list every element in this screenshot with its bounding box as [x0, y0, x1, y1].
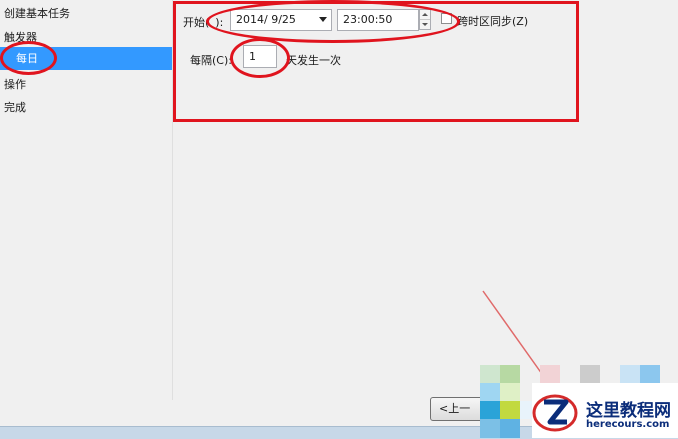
watermark-title: 这里教程网	[586, 401, 671, 421]
watermark-logo	[532, 394, 578, 432]
back-button-label: <上一	[439, 402, 471, 415]
step-action[interactable]: 操作	[4, 76, 26, 92]
annotation-ellipse-recur	[230, 38, 290, 78]
annotation-ellipse-start	[206, 0, 460, 43]
annotation-ellipse-daily	[0, 41, 57, 75]
step-finish[interactable]: 完成	[4, 99, 26, 115]
step-create-basic-task[interactable]: 创建基本任务	[4, 5, 70, 21]
watermark-url: herecours.com	[586, 419, 670, 430]
